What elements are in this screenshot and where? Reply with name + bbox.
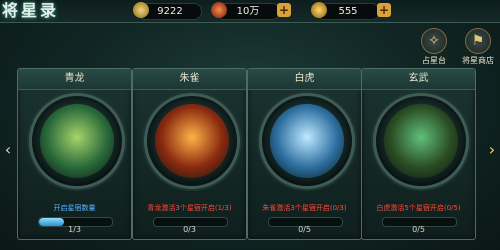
constellation-card[interactable]: 朱雀青龙激活3个星宿开启(1/3) 0/3 xyxy=(132,68,247,240)
card-title: 白虎 xyxy=(248,69,361,90)
astrolabe-icon: ✧ xyxy=(421,28,447,54)
dragon-icon xyxy=(40,104,114,178)
add-ingot-button[interactable]: + xyxy=(377,3,391,17)
next-arrow-button[interactable]: › xyxy=(486,140,498,160)
ingot-icon xyxy=(311,2,327,18)
beast-emblem-ring xyxy=(29,93,125,189)
ingot-value: 555 xyxy=(338,6,358,17)
jade-value: 10万 xyxy=(236,6,260,17)
progress-count: 0/3 xyxy=(183,225,196,234)
beast-emblem-ring xyxy=(373,93,469,189)
unlock-caption: 白虎激活5个星宿开启(0/5) xyxy=(376,204,461,212)
unlock-caption: 朱雀激活3个星宿开启(0/3) xyxy=(262,204,347,212)
prev-arrow-button[interactable]: ‹ xyxy=(2,140,14,160)
gold-value: 9222 xyxy=(157,6,183,17)
tortoise-icon xyxy=(384,104,458,178)
beast-emblem-ring xyxy=(259,93,355,189)
beast-emblem-ring xyxy=(144,93,240,189)
tiger-icon xyxy=(270,104,344,178)
progress-count: 1/3 xyxy=(68,225,81,234)
card-title: 青龙 xyxy=(18,69,131,90)
jade-counter: 10万 + xyxy=(211,2,291,20)
constellation-card[interactable]: 玄武白虎激活5个星宿开启(0/5) 0/5 xyxy=(361,68,476,240)
constellation-card[interactable]: 白虎朱雀激活3个星宿开启(0/3) 0/5 xyxy=(247,68,362,240)
card-title: 玄武 xyxy=(362,69,475,90)
astrolabe-button[interactable]: ✧ 占星台 xyxy=(414,28,454,65)
gold-counter: 9222 xyxy=(133,2,202,20)
shop-icon: ⚑ xyxy=(465,28,491,54)
card-title: 朱雀 xyxy=(133,69,246,90)
progress-count: 0/5 xyxy=(412,225,425,234)
ingot-counter: 555 + xyxy=(311,2,391,20)
add-jade-button[interactable]: + xyxy=(277,3,291,17)
star-shop-button[interactable]: ⚑ 将星商店 xyxy=(458,28,498,65)
constellation-card[interactable]: 青龙开启星宿数量 1/3 xyxy=(17,68,132,240)
astrolabe-label: 占星台 xyxy=(422,56,446,65)
progress-count: 0/5 xyxy=(298,225,311,234)
unlock-caption: 开启星宿数量 xyxy=(53,204,96,212)
unlock-caption: 青龙激活3个星宿开启(1/3) xyxy=(147,204,232,212)
coin-icon xyxy=(133,2,149,18)
jade-icon xyxy=(211,2,227,18)
star-shop-label: 将星商店 xyxy=(462,56,494,65)
top-bar: 将星录 9222 10万 + 555 + xyxy=(0,0,500,23)
phoenix-icon xyxy=(155,104,229,178)
page-title: 将星录 xyxy=(2,1,60,20)
